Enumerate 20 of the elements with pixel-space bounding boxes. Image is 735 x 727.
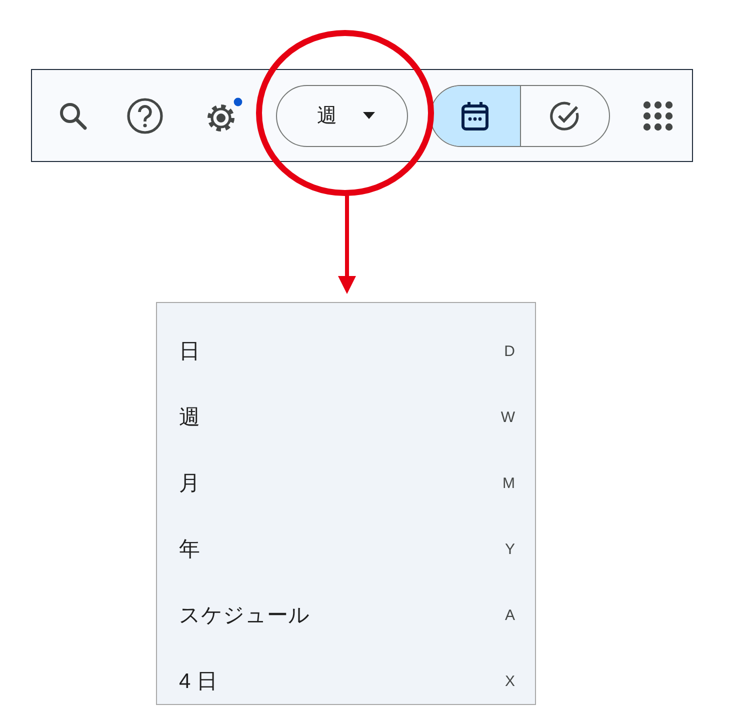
- search-icon[interactable]: [58, 100, 88, 130]
- shortcut-key: W: [500, 408, 515, 426]
- help-icon[interactable]: [126, 96, 164, 134]
- calendar-icon: [461, 100, 490, 130]
- caret-icon: [363, 112, 375, 119]
- shortcut-key: A: [504, 606, 515, 624]
- shortcut-key: D: [504, 342, 515, 360]
- view-dropdown[interactable]: 週: [276, 84, 408, 146]
- shortcut-key: Y: [504, 540, 515, 558]
- menu-item[interactable]: スケジュール: [179, 601, 310, 629]
- menu-item[interactable]: 日: [179, 337, 200, 365]
- menu-item[interactable]: 年: [179, 535, 200, 563]
- apps-icon[interactable]: [643, 100, 673, 130]
- check-circle-icon: [548, 100, 581, 132]
- menu-item[interactable]: 4 日: [179, 667, 218, 695]
- menu-item[interactable]: 月: [179, 469, 200, 497]
- shortcut-key: M: [502, 474, 515, 492]
- menu-item[interactable]: 週: [179, 403, 200, 431]
- calendar-view-button[interactable]: [431, 86, 520, 146]
- shortcut-key: X: [504, 672, 515, 690]
